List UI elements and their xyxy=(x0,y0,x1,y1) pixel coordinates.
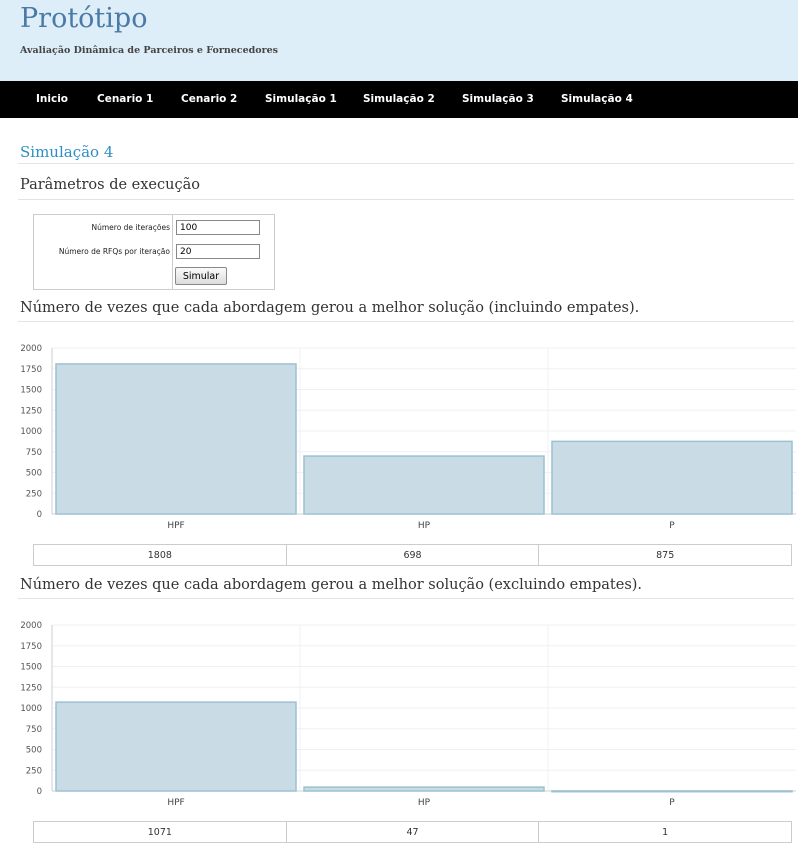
site-title: Protótipo xyxy=(20,3,148,34)
y-tick-label: 500 xyxy=(26,746,42,756)
y-tick-label: 2000 xyxy=(20,344,42,354)
bar-hp xyxy=(303,455,545,515)
rfqs-input[interactable] xyxy=(176,244,260,259)
chart-including-ties: 0 250 500 750 1000 1250 1500 1750 2000 HPF HP P xyxy=(20,344,796,531)
nav-item-inicio[interactable]: Inicio xyxy=(36,93,68,105)
params-divider xyxy=(172,214,173,290)
x-tick-label: P xyxy=(669,798,675,808)
y-tick-label: 2000 xyxy=(20,621,42,631)
rfqs-label: Número de RFQs por iteração xyxy=(58,247,170,256)
bar-p xyxy=(551,440,793,515)
y-tick-label: 1250 xyxy=(20,406,42,416)
divider xyxy=(18,199,794,200)
x-tick-label: HP xyxy=(418,798,431,808)
value-cell-hpf: 1071 xyxy=(147,827,172,838)
value-cell-hpf: 1808 xyxy=(147,550,172,561)
y-tick-label: 1000 xyxy=(20,704,42,714)
bar-hpf xyxy=(55,701,297,792)
page-title: Simulação 4 xyxy=(20,143,114,161)
main-nav: Inicio Cenario 1 Cenario 2 Simulação 1 S… xyxy=(0,81,798,118)
y-tick-label: 1750 xyxy=(20,642,42,652)
value-cell-p: 1 xyxy=(538,822,791,842)
bar-p xyxy=(551,790,793,793)
params-heading: Parâmetros de execução xyxy=(20,177,200,193)
value-cell-hp: 47 xyxy=(285,822,539,842)
x-tick-label: HP xyxy=(418,521,431,531)
chart-excluding-ties: 0 250 500 750 1000 1250 1500 1750 2000 HPF HP P xyxy=(20,621,796,808)
y-tick-label: 1750 xyxy=(20,365,42,375)
value-cell-p: 875 xyxy=(538,545,791,565)
nav-item-simulacao-4[interactable]: Simulação 4 xyxy=(561,93,633,105)
x-tick-label: HPF xyxy=(167,798,184,808)
y-tick-label: 1500 xyxy=(20,386,42,396)
y-tick-label: 250 xyxy=(26,489,42,499)
nav-item-simulacao-2[interactable]: Simulação 2 xyxy=(363,93,435,105)
y-tick-label: 750 xyxy=(26,725,42,735)
y-tick-label: 0 xyxy=(37,787,42,797)
chart-2-title: Número de vezes que cada abordagem gerou… xyxy=(20,577,643,593)
nav-item-cenario-2[interactable]: Cenario 2 xyxy=(181,93,237,105)
bar-hpf xyxy=(55,363,297,515)
x-tick-label: P xyxy=(669,521,675,531)
value-cell-hp: 698 xyxy=(285,545,539,565)
site-subtitle: Avaliação Dinâmica de Parceiros e Fornec… xyxy=(20,45,278,56)
y-tick-label: 1250 xyxy=(20,683,42,693)
y-tick-label: 500 xyxy=(26,469,42,479)
iterations-input[interactable] xyxy=(176,220,260,235)
nav-item-cenario-1[interactable]: Cenario 1 xyxy=(97,93,153,105)
site-header: Protótipo Avaliação Dinâmica de Parceiro… xyxy=(0,0,798,81)
y-tick-label: 250 xyxy=(26,766,42,776)
iterations-label: Número de iterações xyxy=(91,223,171,232)
y-tick-label: 0 xyxy=(37,510,42,520)
divider xyxy=(18,321,794,322)
bar-hp xyxy=(303,786,545,792)
y-tick-label: 1500 xyxy=(20,663,42,673)
y-tick-label: 1000 xyxy=(20,427,42,437)
y-tick-label: 750 xyxy=(26,448,42,458)
divider xyxy=(18,163,794,164)
nav-item-simulacao-1[interactable]: Simulação 1 xyxy=(265,93,337,105)
simulate-button[interactable]: Simular xyxy=(175,267,227,285)
divider xyxy=(18,598,794,599)
values-table-1: 1808 698 875 xyxy=(33,544,792,566)
values-table-2: 1071 47 1 xyxy=(33,821,792,843)
nav-item-simulacao-3[interactable]: Simulação 3 xyxy=(462,93,534,105)
chart-1-title: Número de vezes que cada abordagem gerou… xyxy=(20,300,640,316)
x-tick-label: HPF xyxy=(167,521,184,531)
